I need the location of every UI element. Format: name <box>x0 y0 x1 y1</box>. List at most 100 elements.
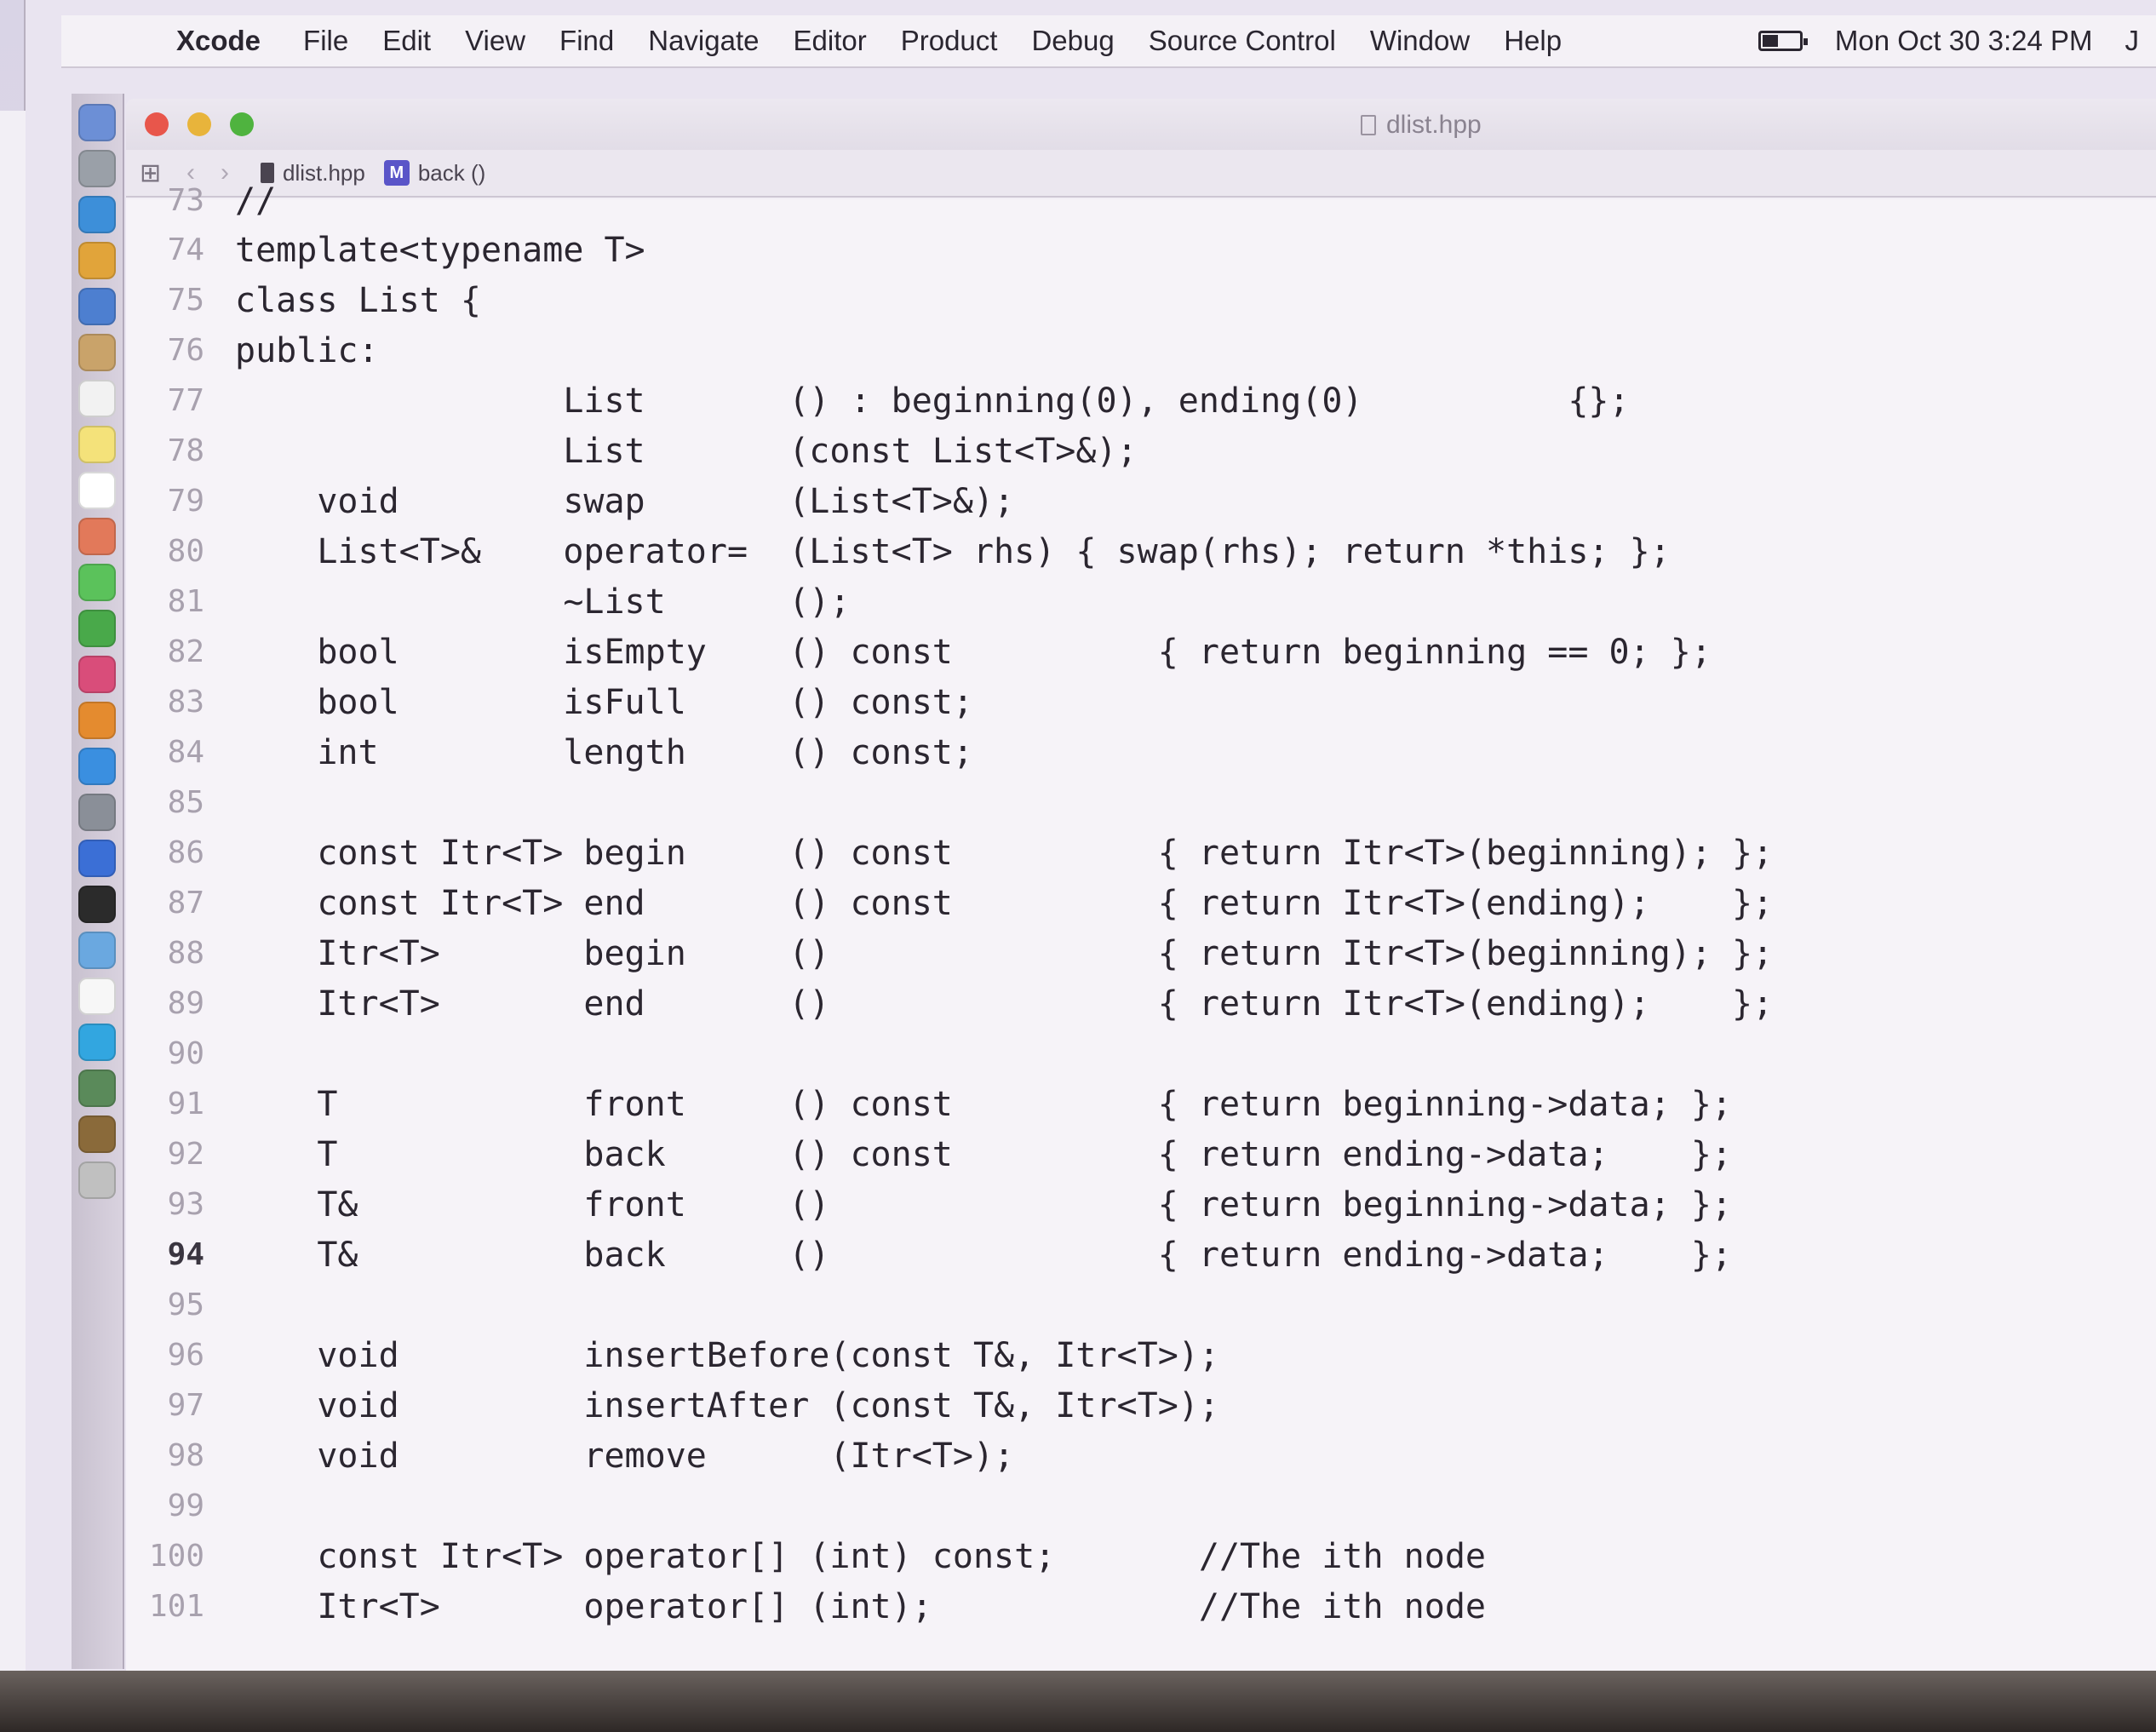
menu-app-name[interactable]: Xcode <box>176 25 261 57</box>
messages-icon[interactable] <box>78 564 116 601</box>
calendar-icon[interactable] <box>78 380 116 417</box>
line-number: 80 <box>167 534 204 569</box>
notes-icon[interactable] <box>78 426 116 463</box>
menu-file[interactable]: File <box>303 25 348 57</box>
line-number: 94 <box>167 1237 204 1272</box>
photos-icon[interactable] <box>78 518 116 555</box>
code-text: bool isFull () const; <box>235 682 973 722</box>
code-line: 81 ~List (); <box>126 576 2156 627</box>
line-number: 91 <box>167 1087 204 1121</box>
chrome-icon[interactable] <box>78 242 116 279</box>
time-machine-icon[interactable] <box>78 1070 116 1107</box>
code-line: 90 <box>126 1029 2156 1079</box>
menu-clock[interactable]: Mon Oct 30 3:24 PM <box>1835 25 2093 57</box>
code-text: template<typename T> <box>235 230 645 270</box>
document-icon <box>1361 115 1376 135</box>
menu-debug[interactable]: Debug <box>1031 25 1114 57</box>
menu-help[interactable]: Help <box>1504 25 1562 57</box>
line-number: 96 <box>167 1338 204 1373</box>
menu-navigate[interactable]: Navigate <box>648 25 759 57</box>
code-text: T& front () { return beginning->data; }; <box>235 1184 1732 1224</box>
itunes-icon[interactable] <box>78 656 116 693</box>
line-number: 81 <box>167 584 204 619</box>
launchpad-icon[interactable] <box>78 150 116 187</box>
code-line: 86 const Itr<T> begin () const { return … <box>126 828 2156 878</box>
close-window-button[interactable] <box>145 112 169 136</box>
line-number: 101 <box>148 1589 204 1624</box>
code-line: 101 Itr<T> operator[] (int); //The ith n… <box>126 1581 2156 1632</box>
source-editor[interactable]: 73 // 74 template<typename T> 75 class List… <box>126 181 2156 1671</box>
menu-find[interactable]: Find <box>559 25 614 57</box>
line-number: 86 <box>167 835 204 870</box>
skype-icon[interactable] <box>78 1024 116 1061</box>
line-number: 78 <box>167 433 204 468</box>
dock <box>72 94 124 1669</box>
battery-icon[interactable] <box>1757 31 1808 51</box>
line-number: 95 <box>167 1288 204 1322</box>
reminders-icon[interactable] <box>78 472 116 509</box>
zoom-window-button[interactable] <box>230 112 254 136</box>
menu-view[interactable]: View <box>465 25 525 57</box>
code-line: 92 T back () const { return ending->data… <box>126 1129 2156 1179</box>
line-number: 73 <box>167 183 204 218</box>
line-number: 99 <box>167 1488 204 1523</box>
mail-icon[interactable] <box>78 288 116 325</box>
line-number: 83 <box>167 685 204 720</box>
line-number: 77 <box>167 383 204 418</box>
line-number: 74 <box>167 232 204 267</box>
line-number: 97 <box>167 1388 204 1423</box>
code-line: 77 List () : beginning(0), ending(0) {}; <box>126 376 2156 426</box>
ibooks-icon[interactable] <box>78 702 116 739</box>
code-text: List<T>& operator= (List<T> rhs) { swap(… <box>235 531 1671 571</box>
facetime-icon[interactable] <box>78 610 116 647</box>
status-area: Mon Oct 30 3:24 PM J <box>1757 25 2156 57</box>
code-text: void insertAfter (const T&, Itr<T>); <box>235 1385 1219 1425</box>
code-text: void insertBefore(const T&, Itr<T>); <box>235 1335 1219 1375</box>
menu-product[interactable]: Product <box>901 25 998 57</box>
code-line: 78 List (const List<T>&); <box>126 426 2156 476</box>
code-text: T back () const { return ending->data; }… <box>235 1134 1732 1174</box>
line-number: 100 <box>148 1539 204 1574</box>
system-preferences-icon[interactable] <box>78 794 116 831</box>
xcode-window: dlist.hpp ⊞ ‹ › dlist.hpp M back () 73 /… <box>126 99 2156 1671</box>
menu-editor[interactable]: Editor <box>794 25 867 57</box>
code-text: T front () const { return beginning->dat… <box>235 1084 1732 1124</box>
line-number: 87 <box>167 886 204 920</box>
code-text: void remove (Itr<T>); <box>235 1436 1015 1476</box>
contacts-icon[interactable] <box>78 334 116 371</box>
projection-border <box>0 1671 2156 1732</box>
code-line: 85 <box>126 777 2156 828</box>
menu-window[interactable]: Window <box>1370 25 1470 57</box>
xcode-icon[interactable] <box>78 840 116 877</box>
window-title: dlist.hpp <box>1361 111 1482 140</box>
minimize-window-button[interactable] <box>187 112 211 136</box>
code-line: 84 int length () const; <box>126 727 2156 777</box>
line-number: 93 <box>167 1187 204 1222</box>
line-number: 85 <box>167 785 204 820</box>
finder-icon[interactable] <box>78 104 116 141</box>
preview-icon[interactable] <box>78 932 116 969</box>
terminal-icon[interactable] <box>78 886 116 923</box>
safari-icon[interactable] <box>78 196 116 233</box>
trash-icon[interactable] <box>78 1161 116 1199</box>
line-number: 88 <box>167 936 204 971</box>
menu-source-control[interactable]: Source Control <box>1149 25 1336 57</box>
line-number: 84 <box>167 735 204 770</box>
line-number: 76 <box>167 333 204 368</box>
code-text: public: <box>235 330 379 370</box>
code-text: // <box>235 181 277 221</box>
code-line: 75 class List { <box>126 275 2156 325</box>
title-bar: dlist.hpp <box>126 99 2156 150</box>
code-line: 95 <box>126 1280 2156 1330</box>
app-store-icon[interactable] <box>78 748 116 785</box>
menu-edit[interactable]: Edit <box>382 25 431 57</box>
archive-icon[interactable] <box>78 1115 116 1153</box>
code-line: 89 Itr<T> end () { return Itr<T>(ending)… <box>126 978 2156 1029</box>
adjacent-window-panel <box>0 111 26 1678</box>
code-line: 98 void remove (Itr<T>); <box>126 1431 2156 1481</box>
window-controls <box>145 112 254 136</box>
code-line-partial: 73 // <box>126 175 2156 226</box>
textedit-icon[interactable] <box>78 978 116 1015</box>
line-number: 89 <box>167 986 204 1021</box>
menu-user-initial[interactable]: J <box>2125 25 2140 57</box>
